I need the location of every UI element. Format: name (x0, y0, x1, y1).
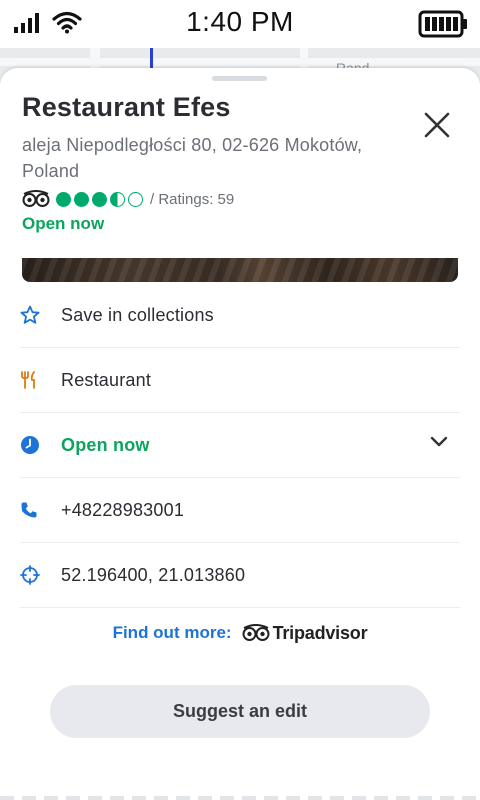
place-photo[interactable] (22, 258, 458, 282)
rating-bubble (56, 191, 71, 207)
tripadvisor-logo[interactable]: Tripadvisor (242, 623, 368, 644)
close-button[interactable] (418, 106, 456, 144)
ratings-count: / Ratings: 59 (150, 190, 235, 208)
rating-bubble (74, 191, 89, 207)
find-out-more-link[interactable]: Find out more: (113, 623, 232, 643)
rating-bubbles (56, 191, 146, 207)
save-label: Save in collections (61, 304, 214, 325)
save-in-collections-row[interactable]: Save in collections (20, 283, 460, 348)
rating-bubble (110, 191, 125, 207)
star-outline-icon (20, 305, 61, 325)
tripadvisor-owl-icon (22, 190, 50, 207)
clock-icon (20, 435, 61, 455)
opening-hours-row[interactable]: Open now (20, 413, 460, 478)
place-title: Restaurant Efes (22, 92, 231, 122)
tripadvisor-owl-logo-icon (242, 624, 270, 641)
sheet-drag-handle[interactable] (212, 76, 267, 81)
crosshair-icon (20, 565, 61, 585)
coordinates-value: 52.196400, 21.013860 (61, 564, 246, 585)
chevron-down-icon[interactable] (430, 435, 448, 453)
status-time: 1:40 PM (186, 6, 294, 37)
bottom-map-edge (0, 796, 480, 800)
open-status: Open now (22, 214, 105, 233)
phone-number: +48228983001 (61, 499, 185, 520)
fork-knife-icon (20, 371, 61, 389)
suggest-edit-button[interactable]: Suggest an edit (50, 685, 430, 738)
rating-row[interactable]: / Ratings: 59 (22, 188, 234, 210)
category-row: Restaurant (20, 348, 460, 413)
battery-icon (418, 10, 467, 38)
coordinates-row[interactable]: 52.196400, 21.013860 (20, 543, 460, 608)
place-address: aleja Niepodległości 80, 02-626 Mokotów,… (22, 135, 363, 181)
find-out-more: Find out more: Tripadvisor (0, 621, 480, 645)
phone-icon (20, 501, 61, 519)
details-list: Save in collections Restaurant Open now (20, 283, 460, 608)
phone-row[interactable]: +48228983001 (20, 478, 460, 543)
rating-bubble (92, 191, 107, 207)
status-bar: 1:40 PM (0, 0, 480, 48)
hours-status: Open now (61, 434, 150, 455)
rating-bubble (128, 191, 143, 207)
category-label: Restaurant (61, 369, 152, 390)
close-icon (424, 112, 450, 138)
tripadvisor-wordmark: Tripadvisor (272, 622, 368, 643)
place-details-sheet: Restaurant Efes aleja Niepodległości 80,… (0, 68, 480, 800)
